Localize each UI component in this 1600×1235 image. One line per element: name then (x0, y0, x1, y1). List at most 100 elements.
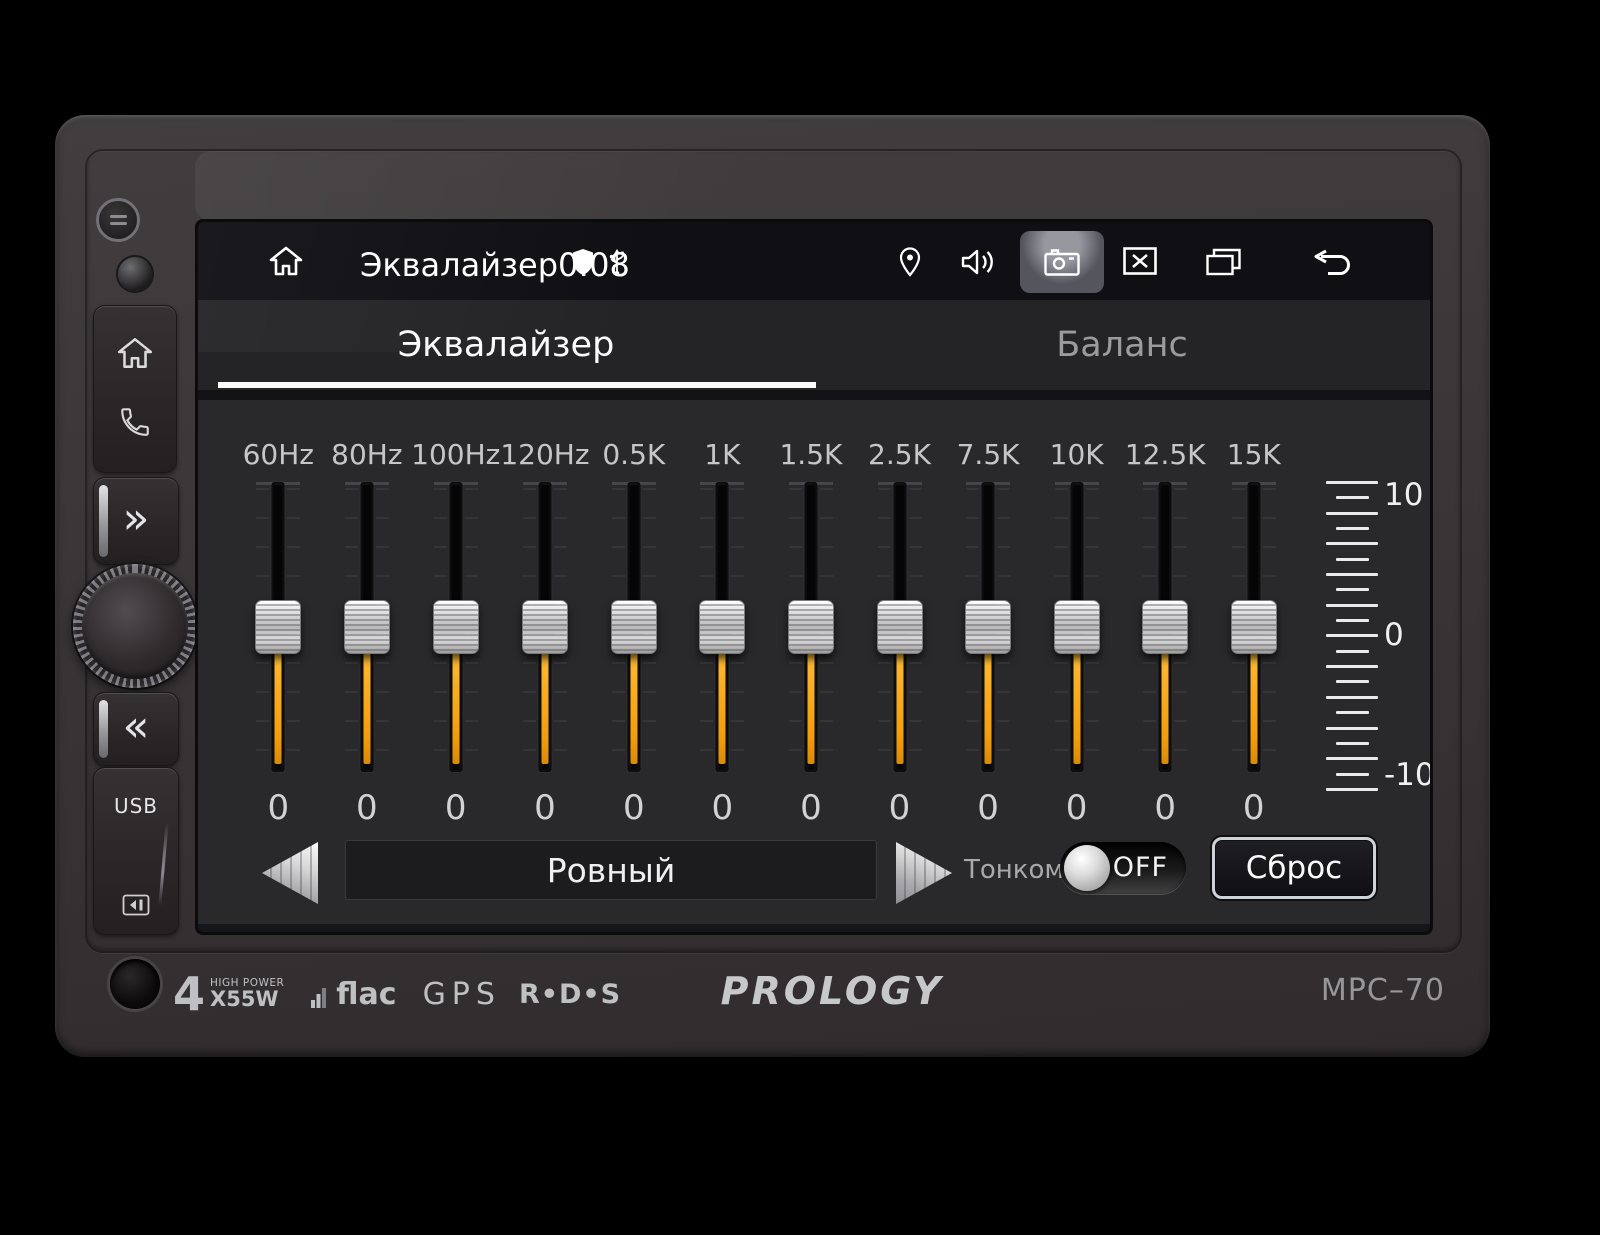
band-slider[interactable] (1232, 482, 1276, 772)
band-slider[interactable] (1055, 482, 1099, 772)
recent-apps-button[interactable] (1206, 248, 1241, 280)
band-frequency-label: 60Hz (243, 438, 314, 472)
prev-track-icon: « (94, 705, 178, 749)
home-hard-button[interactable] (115, 335, 155, 375)
band-value: 0 (1066, 788, 1088, 828)
rds-badge: R•D•S (519, 979, 621, 1010)
band-frequency-label: 2.5K (868, 438, 931, 472)
gps-badge: GPS (423, 977, 501, 1012)
slider-thumb[interactable] (699, 600, 745, 654)
sd-card-icon (94, 894, 178, 916)
slider-thumb[interactable] (1142, 600, 1188, 654)
scale-mid-label: 0 (1384, 618, 1430, 652)
location-icon[interactable] (898, 247, 922, 281)
volume-icon[interactable] (960, 247, 998, 281)
head-unit-body: » « USB 4 HIGH POWER X55W (55, 115, 1490, 1057)
band-frequency-label: 12.5K (1125, 438, 1206, 472)
band-frequency-label: 100Hz (411, 438, 500, 472)
photo-background: » « USB 4 HIGH POWER X55W (0, 0, 1600, 1235)
band-slider[interactable] (1143, 482, 1187, 772)
loudness-label: Тонкомп (964, 855, 1058, 885)
band-slider[interactable] (612, 482, 656, 772)
preset-name-box[interactable]: Ровный (345, 840, 877, 900)
recent-apps-icon (1206, 248, 1241, 276)
slider-thumb[interactable] (1054, 600, 1100, 654)
branding-row: 4 HIGH POWER X55W flac GPS R•D•S PROLOGY… (55, 963, 1490, 1025)
band-value: 0 (1154, 788, 1176, 828)
scale-max-label: 10 (1384, 478, 1430, 512)
slider-thumb[interactable] (522, 600, 568, 654)
volume-knob[interactable] (73, 564, 197, 688)
active-tab-underline (218, 382, 816, 388)
band-value: 0 (267, 788, 289, 828)
band-frequency-label: 1.5K (779, 438, 842, 472)
slider-thumb[interactable] (788, 600, 834, 654)
reset-button[interactable]: Сброс (1212, 837, 1376, 899)
tab-balance[interactable]: Баланс (814, 300, 1430, 390)
band-slider[interactable] (966, 482, 1010, 772)
prev-track-hard-button[interactable]: « (93, 692, 179, 766)
band-frequency-label: 1K (704, 438, 740, 472)
band-slider[interactable] (700, 482, 744, 772)
band-frequency-label: 0.5K (602, 438, 665, 472)
camera-icon (1044, 248, 1080, 276)
volume-knob-face (82, 573, 188, 679)
slider-thumb[interactable] (433, 600, 479, 654)
band-slider[interactable] (256, 482, 300, 772)
next-track-hard-button[interactable]: » (93, 477, 179, 565)
usb-icon (608, 247, 626, 281)
channels-badge: 4 (173, 971, 205, 1017)
screen-bottom-strip (198, 924, 1430, 932)
band-frequency-label: 15K (1227, 438, 1281, 472)
microphone-hole (118, 257, 152, 291)
band-slider[interactable] (789, 482, 833, 772)
settings-tab-bar: Эквалайзер Баланс (198, 300, 1430, 390)
eq-band-column: 7.5K 0 (944, 400, 1033, 924)
slider-thumb[interactable] (255, 600, 301, 654)
status-home-button[interactable] (267, 244, 305, 282)
band-slider[interactable] (878, 482, 922, 772)
band-frequency-label: 120Hz (500, 438, 589, 472)
band-slider[interactable] (434, 482, 478, 772)
band-value: 0 (445, 788, 467, 828)
tab-panel-divider (198, 390, 1430, 400)
model-number: MPC–70 (1321, 973, 1445, 1008)
band-value: 0 (977, 788, 999, 828)
back-button[interactable] (1310, 249, 1354, 279)
app-title: Эквалайзер (360, 246, 558, 284)
band-value: 0 (534, 788, 556, 828)
phone-icon (122, 409, 148, 435)
eq-band-column: 60Hz 0 (234, 400, 323, 924)
screenshot-button[interactable] (1020, 231, 1104, 293)
back-icon (1310, 249, 1354, 275)
brand-logo: PROLOGY (687, 969, 977, 1013)
band-frequency-label: 7.5K (957, 438, 1020, 472)
tab-equalizer[interactable]: Эквалайзер (198, 300, 814, 390)
band-value: 0 (623, 788, 645, 828)
android-status-bar: Эквалайзер0:08 (198, 222, 1430, 300)
next-track-icon: » (94, 497, 178, 541)
slider-thumb[interactable] (344, 600, 390, 654)
loudness-toggle[interactable]: OFF (1060, 842, 1186, 894)
band-value: 0 (800, 788, 822, 828)
home-icon (271, 248, 301, 274)
scale-min-label: -10 (1384, 758, 1430, 792)
reset-screw (96, 198, 140, 242)
close-window-button[interactable] (1123, 247, 1157, 279)
slider-thumb[interactable] (877, 600, 923, 654)
slider-thumb[interactable] (611, 600, 657, 654)
close-window-icon (1123, 247, 1157, 275)
toggle-knob[interactable] (1064, 845, 1110, 891)
slider-thumb[interactable] (965, 600, 1011, 654)
home-icon (119, 339, 151, 366)
band-slider[interactable] (523, 482, 567, 772)
flac-bars-icon (310, 982, 332, 1008)
slider-thumb[interactable] (1231, 600, 1277, 654)
band-value: 0 (889, 788, 911, 828)
usb-port-label: USB (94, 794, 178, 818)
band-slider[interactable] (345, 482, 389, 772)
toggle-state-label: OFF (1113, 842, 1168, 894)
phone-hard-button[interactable] (118, 405, 152, 443)
usb-port-cover[interactable]: USB (93, 767, 179, 935)
bezel-reflection (195, 151, 1455, 221)
